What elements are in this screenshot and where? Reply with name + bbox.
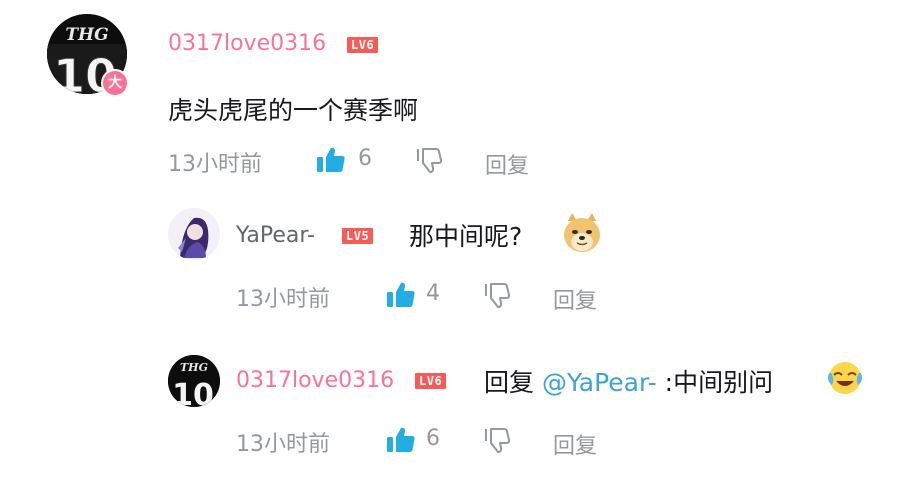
- like-button[interactable]: 6: [316, 146, 376, 174]
- comment-time: 13小时前: [236, 432, 330, 457]
- level-badge: LV6: [347, 37, 379, 53]
- avatar[interactable]: THG 10: [168, 355, 220, 407]
- username[interactable]: 0317love0316: [236, 368, 394, 393]
- reply-prefix: 回复: [484, 368, 535, 397]
- thumbs-up-icon: [386, 281, 416, 309]
- level-badge: LV6: [415, 373, 447, 389]
- level-badge: LV5: [342, 228, 374, 244]
- crying-laughing-emoji-icon: [826, 359, 864, 397]
- avatar-badge: 大: [101, 69, 129, 97]
- dislike-button[interactable]: [483, 281, 511, 309]
- comment-time: 13小时前: [168, 152, 262, 177]
- like-button[interactable]: 4: [386, 281, 446, 309]
- thumbs-down-icon: [483, 281, 511, 309]
- thumbs-down-icon: [483, 426, 511, 454]
- dislike-button[interactable]: [483, 426, 511, 454]
- reply-text: :中间别问: [664, 368, 774, 397]
- like-count: 6: [426, 426, 440, 451]
- avatar-number: 10: [172, 378, 214, 407]
- comment-text: 那中间呢?: [409, 222, 523, 251]
- avatar[interactable]: [168, 208, 220, 260]
- comment-time: 13小时前: [236, 287, 330, 312]
- doge-emoji-icon: [560, 211, 604, 255]
- thumbs-up-icon: [316, 146, 346, 174]
- like-count: 4: [426, 281, 440, 306]
- reply-button[interactable]: 回复: [485, 148, 529, 180]
- thumbs-down-icon: [415, 146, 443, 174]
- thumbs-up-icon: [386, 426, 416, 454]
- username[interactable]: YaPear-: [236, 223, 315, 248]
- avatar-text: THG: [180, 361, 208, 374]
- avatar-text: THG: [65, 25, 108, 45]
- like-button[interactable]: 6: [386, 426, 446, 454]
- comment-text: 回复 @YaPear- :中间别问: [484, 363, 773, 399]
- comment-text: 虎头虎尾的一个赛季啊: [168, 96, 419, 125]
- username[interactable]: 0317love0316: [168, 31, 326, 56]
- dislike-button[interactable]: [415, 146, 443, 174]
- reply-button[interactable]: 回复: [553, 428, 597, 460]
- mention-link[interactable]: @YaPear-: [542, 368, 657, 397]
- reply-button[interactable]: 回复: [553, 283, 597, 315]
- like-count: 6: [358, 146, 372, 171]
